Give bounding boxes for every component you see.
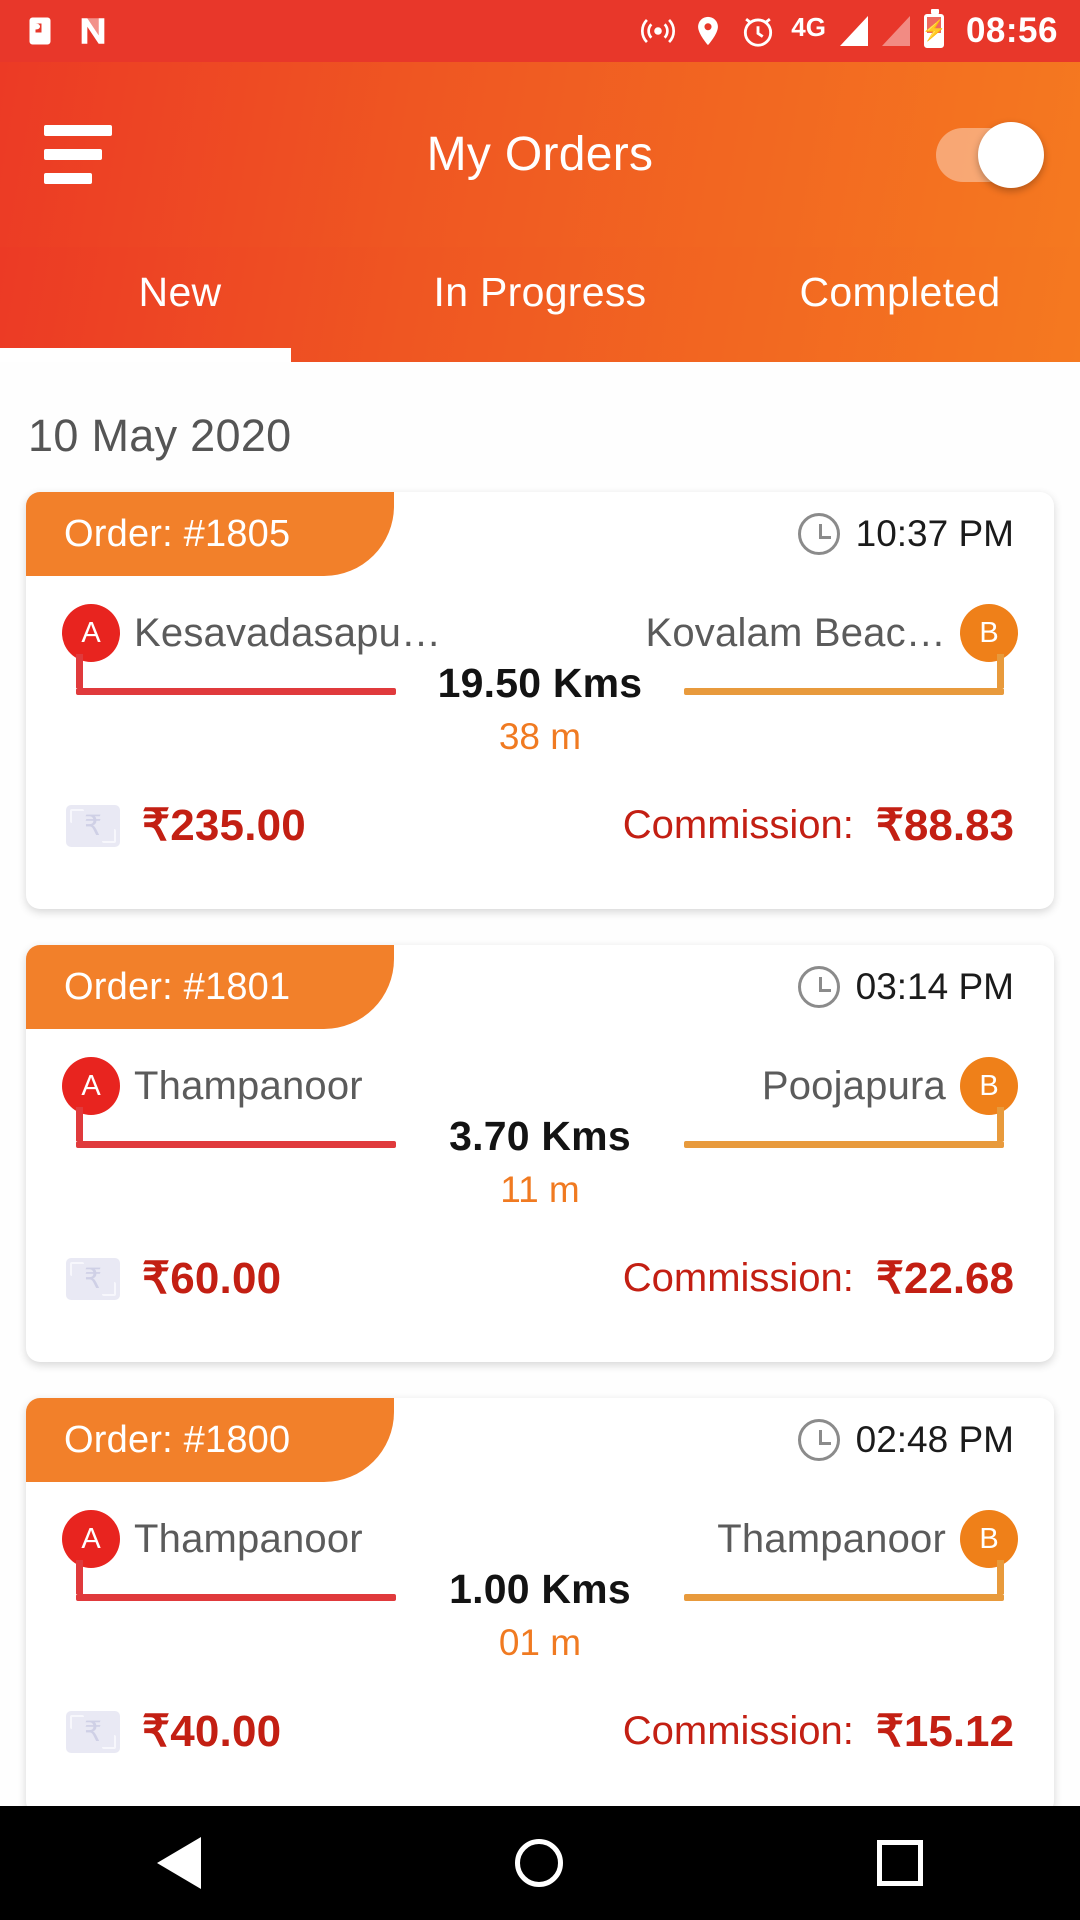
origin-marker-pin: A [62,1057,120,1115]
orders-list[interactable]: 10 May 2020 Order: #1805 10:37 PM A Kesa… [0,362,1080,1806]
wifi-hotspot-icon [641,18,676,44]
tab-new[interactable]: New [0,247,360,316]
destination-marker-pin: B [960,1057,1018,1115]
rupee-glyph: ₹ [84,1715,102,1747]
destination-label: Poojapura [761,1063,946,1108]
route-summary: A Thampanoor Thampanoor B 1.00 Kms 01 m [26,1510,1054,1663]
order-amount-row: ₹ ₹60.00 Commission: ₹22.68 [26,1253,1054,1304]
origin-label: Thampanoor [134,1063,363,1108]
order-time: 03:14 PM [797,966,1054,1008]
route-origin: A Thampanoor [62,1057,363,1115]
commission-label: Commission: [622,1709,854,1753]
online-status-toggle[interactable] [936,121,1044,188]
order-time-label: 10:37 PM [855,513,1014,554]
commission-group: Commission: ₹15.12 [623,1706,1014,1757]
route-origin: A Thampanoor [62,1510,363,1568]
commission-label: Commission: [622,1256,854,1300]
origin-marker-pin: A [62,1510,120,1568]
order-id-badge: Order: #1800 [26,1398,394,1482]
location-pin-icon [698,16,719,46]
tab-in-progress[interactable]: In Progress [360,247,720,316]
route-summary: A Kesavadasapu… Kovalam Beac… B 19.50 Km… [26,604,1054,757]
origin-label: Kesavadasapu… [134,610,442,655]
date-header: 10 May 2020 [28,410,292,461]
commission-amount: ₹22.68 [875,1254,1014,1303]
destination-label: Kovalam Beac… [645,610,946,655]
battery-bolt-glyph: ⚡ [921,20,947,42]
signal-bar-empty-icon [881,16,910,46]
status-bar-clock: 08:56 [965,11,1058,50]
banknote-icon: ₹ [66,1257,120,1300]
order-amount-row: ₹ ₹40.00 Commission: ₹15.12 [26,1706,1054,1757]
order-time: 10:37 PM [797,513,1054,555]
origin-label: Thampanoor [134,1516,363,1561]
android-navigation-bar [0,1806,1080,1920]
cast-icon [29,17,51,45]
commission-amount: ₹88.83 [875,801,1014,850]
destination-marker-pin: B [960,1510,1018,1568]
active-tab-indicator [0,348,291,362]
order-time: 02:48 PM [797,1419,1054,1461]
order-card-header: Order: #1805 10:37 PM [26,492,1054,576]
route-origin: A Kesavadasapu… [62,604,441,662]
destination-marker-pin: B [960,604,1018,662]
banknote-icon: ₹ [66,1710,120,1753]
clock-icon [797,966,840,1008]
nfc-icon [81,18,105,44]
duration-label: 38 m [498,716,582,757]
hamburger-menu-icon[interactable] [44,125,114,184]
commission-group: Commission: ₹88.83 [623,800,1014,851]
back-triangle-icon[interactable] [157,1837,201,1889]
order-card-header: Order: #1801 03:14 PM [26,945,1054,1029]
clock-icon [797,513,840,555]
order-time-label: 03:14 PM [855,966,1014,1007]
order-id-badge: Order: #1801 [26,945,394,1029]
duration-label: 11 m [500,1169,580,1210]
order-status-tabs: New In Progress Completed [0,247,1080,362]
fare-amount: ₹235.00 [142,801,306,850]
origin-marker-pin: A [62,604,120,662]
page-title: My Orders [426,128,654,181]
order-card[interactable]: Order: #1805 10:37 PM A Kesavadasapu… Ko… [26,492,1054,909]
rupee-glyph: ₹ [84,1262,102,1294]
order-card[interactable]: Order: #1801 03:14 PM A Thampanoor Pooja… [26,945,1054,1362]
destination-label: Thampanoor [717,1516,946,1561]
commission-group: Commission: ₹22.68 [623,1253,1014,1304]
route-destination: Kovalam Beac… B [645,604,1018,662]
banknote-icon: ₹ [66,804,120,847]
recents-square-icon[interactable] [877,1840,923,1886]
distance-label: 3.70 Kms [449,1113,631,1159]
alarm-clock-icon [744,18,773,47]
commission-amount: ₹15.12 [875,1707,1014,1756]
app-bar: My Orders [0,62,1080,247]
route-summary: A Thampanoor Poojapura B 3.70 Kms 11 m [26,1057,1054,1210]
distance-label: 1.00 Kms [449,1566,631,1612]
order-time-label: 02:48 PM [855,1419,1014,1460]
status-bar-right-icons: 4G ⚡ 08:56 [639,9,1058,51]
order-card[interactable]: Order: #1800 02:48 PM A Thampanoor Thamp… [26,1398,1054,1806]
signal-bar-icon [839,16,868,46]
tab-completed[interactable]: Completed [720,247,1080,316]
network-type-label: 4G [791,12,826,42]
order-amount-row: ₹ ₹235.00 Commission: ₹88.83 [26,800,1054,851]
fare-amount: ₹40.00 [142,1707,282,1756]
order-id-badge: Order: #1805 [26,492,394,576]
route-destination: Thampanoor B [717,1510,1018,1568]
order-card-header: Order: #1800 02:48 PM [26,1398,1054,1482]
battery-charging-icon: ⚡ [921,9,947,48]
toggle-knob [978,121,1044,188]
route-destination: Poojapura B [762,1057,1018,1115]
status-bar-left-icons [22,13,110,49]
clock-icon [797,1419,840,1461]
home-circle-icon[interactable] [515,1839,563,1887]
status-bar: 4G ⚡ 08:56 [0,0,1080,62]
duration-label: 01 m [498,1622,582,1663]
commission-label: Commission: [622,803,854,847]
distance-label: 19.50 Kms [437,660,643,706]
fare-amount: ₹60.00 [142,1254,282,1303]
rupee-glyph: ₹ [84,809,102,841]
